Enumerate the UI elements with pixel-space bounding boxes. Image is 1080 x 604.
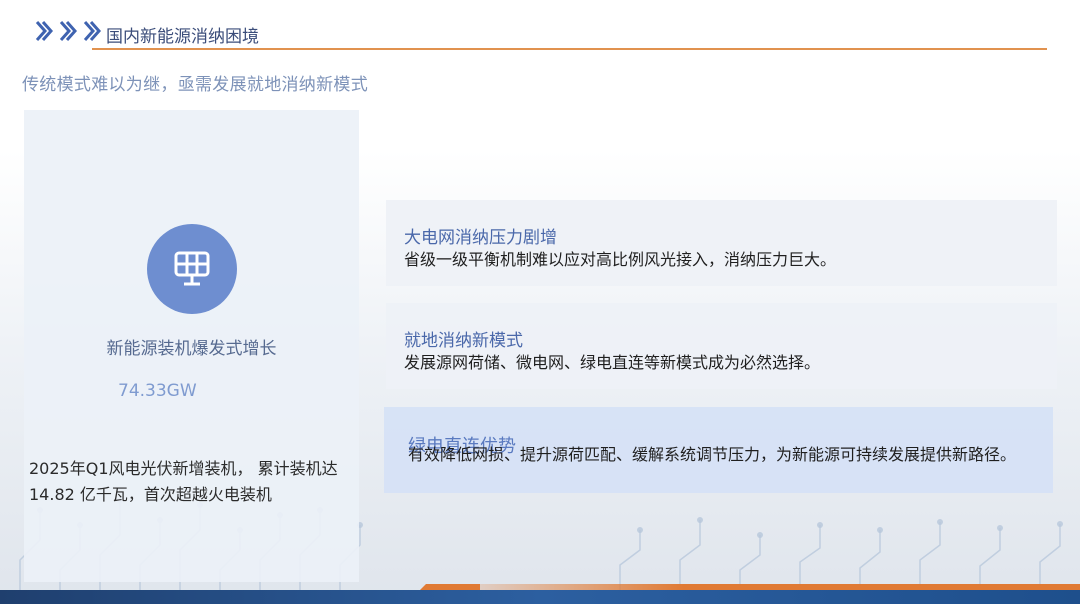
stat-value: 74.33GW bbox=[118, 381, 197, 401]
card-body: 省级一级平衡机制难以应对高比例风光接入，消纳压力巨大。 bbox=[404, 250, 837, 269]
double-chevron-icon bbox=[59, 21, 78, 41]
section-title: 国内新能源消纳困境 bbox=[106, 27, 259, 47]
page-subtitle: 传统模式难以为继，亟需发展就地消纳新模式 bbox=[22, 75, 368, 95]
card-title: 大电网消纳压力剧增 bbox=[404, 228, 557, 248]
card-body: 有效降低网损、提升源荷匹配、缓解系统调节压力，为新能源可持续发展提供新路径。 bbox=[408, 445, 1017, 464]
card-local-consumption: 就地消纳新模式 发展源网荷储、微电网、绿电直连等新模式成为必然选择。 bbox=[386, 303, 1057, 389]
card-green-direct-advantage: 绿电直连优势 有效降低网损、提升源荷匹配、缓解系统调节压力，为新能源可持续发展提… bbox=[384, 407, 1053, 493]
card-title: 就地消纳新模式 bbox=[404, 331, 523, 351]
solar-panel-icon bbox=[147, 224, 237, 314]
bottom-accent-blue bbox=[0, 590, 1080, 604]
double-chevron-icon bbox=[83, 21, 102, 41]
stat-title: 新能源装机爆发式增长 bbox=[106, 339, 277, 359]
card-body: 发展源网荷储、微电网、绿电直连等新模式成为必然选择。 bbox=[404, 353, 821, 372]
stat-description: 2025年Q1风电光伏新增装机， 累计装机达14.82 亿千瓦，首次超越火电装机 bbox=[29, 459, 338, 504]
chevron-decoration bbox=[34, 17, 102, 45]
header-divider bbox=[92, 48, 1047, 50]
card-grid-pressure: 大电网消纳压力剧增 省级一级平衡机制难以应对高比例风光接入，消纳压力巨大。 bbox=[386, 200, 1057, 286]
solar-panel-glyph bbox=[174, 251, 210, 286]
double-chevron-icon bbox=[35, 21, 54, 41]
